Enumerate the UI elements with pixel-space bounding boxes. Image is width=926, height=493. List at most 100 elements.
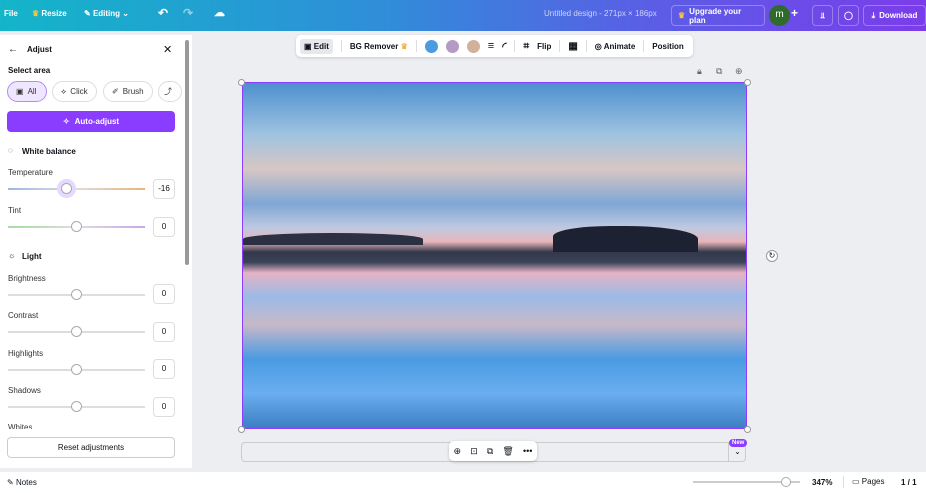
pencil-icon: ✎ xyxy=(84,9,91,18)
panel-scrollbar[interactable] xyxy=(185,40,189,265)
area-more-chip[interactable]: ⤴ xyxy=(158,81,182,102)
pages-button[interactable]: ▭ Pages xyxy=(852,477,884,486)
contrast-slider[interactable] xyxy=(8,326,145,337)
corner-rounding-icon[interactable]: ◜ xyxy=(502,40,506,53)
bg-remover-button[interactable]: BG Remover ♛ xyxy=(350,42,408,51)
image-edit-icon: ▣ xyxy=(304,41,312,51)
magic-wand-icon: ✧ xyxy=(62,117,70,126)
color-swatch[interactable] xyxy=(424,39,438,53)
resize-handle[interactable] xyxy=(744,426,751,433)
auto-adjust-button[interactable]: ✧ Auto-adjust xyxy=(7,111,175,132)
document-title[interactable]: Untitled design - 271px × 186px xyxy=(544,9,657,18)
slider-thumb[interactable] xyxy=(71,401,82,412)
avatar[interactable]: m xyxy=(769,5,790,26)
duplicate-icon[interactable]: ⧉ xyxy=(487,446,493,457)
divider xyxy=(843,476,844,488)
cloud-save-icon[interactable]: ☁ xyxy=(214,6,225,19)
file-menu[interactable]: File xyxy=(4,9,18,18)
page-count: 1 / 1 xyxy=(901,478,917,487)
crown-icon: ♛ xyxy=(678,11,686,20)
download-icon: ⤓ xyxy=(871,10,876,20)
temperature-label: Temperature xyxy=(8,168,53,177)
brightness-slider[interactable] xyxy=(8,289,145,300)
resize-handle[interactable] xyxy=(744,79,751,86)
divider xyxy=(514,40,516,52)
sun-icon: ☼ xyxy=(8,251,16,260)
contrast-value[interactable]: 0 xyxy=(153,322,175,342)
lock-icon[interactable]: 🔒︎ xyxy=(697,66,702,77)
area-brush-chip[interactable]: ✐ Brush xyxy=(103,81,153,102)
comment-icon[interactable]: ◯ xyxy=(838,5,859,26)
crown-icon: ♛ xyxy=(400,41,408,51)
select-area-label: Select area xyxy=(8,66,51,75)
top-bar: File ♛ Resize ✎ Editing ⌄ ↶ ↷ ☁ Untitled… xyxy=(0,0,926,31)
treeline xyxy=(243,233,423,245)
download-button[interactable]: ⤓ Download xyxy=(863,5,926,26)
crop-icon[interactable]: ⌗ xyxy=(523,41,529,52)
resize-handle[interactable] xyxy=(238,79,245,86)
duplicate-icon[interactable]: ⧉ xyxy=(716,66,722,77)
animate-button[interactable]: ◎ Animate xyxy=(595,42,635,51)
lightbulb-icon: ◌ xyxy=(8,146,13,155)
slider-thumb[interactable] xyxy=(71,221,82,232)
flip-button[interactable]: Flip xyxy=(537,42,551,51)
position-button[interactable]: Position xyxy=(652,42,684,51)
add-collaborator-icon[interactable]: + xyxy=(791,6,798,20)
edit-button[interactable]: ▣ Edit xyxy=(300,38,333,54)
insights-icon[interactable]: ⫫ xyxy=(812,5,833,26)
panel-title: Adjust xyxy=(27,45,52,54)
slider-thumb[interactable] xyxy=(71,326,82,337)
area-all-chip[interactable]: ▣ All xyxy=(7,81,47,102)
reset-adjustments-button[interactable]: Reset adjustments xyxy=(7,437,175,458)
transparency-icon[interactable]: ▦ xyxy=(568,41,577,52)
slider-thumb[interactable] xyxy=(61,183,73,194)
slider-thumb[interactable] xyxy=(71,289,82,300)
temperature-value[interactable]: -16 xyxy=(153,179,175,199)
more-icon[interactable]: ••• xyxy=(523,446,532,456)
notes-icon: ✎ xyxy=(7,478,14,487)
zoom-level[interactable]: 347% xyxy=(812,478,832,487)
comment-add-icon[interactable]: ⊕ xyxy=(454,446,462,457)
crown-icon: ♛ xyxy=(32,9,40,18)
zoom-slider[interactable] xyxy=(693,477,800,487)
notes-button[interactable]: ✎ Notes xyxy=(7,478,37,487)
temperature-slider[interactable] xyxy=(8,183,145,194)
new-badge: New xyxy=(729,439,748,447)
pages-icon: ▭ xyxy=(852,477,860,486)
tint-value[interactable]: 0 xyxy=(153,217,175,237)
divider xyxy=(643,40,645,52)
redo-icon[interactable]: ↷ xyxy=(183,6,193,20)
animate-icon: ◎ xyxy=(594,41,602,51)
tint-slider[interactable] xyxy=(8,221,145,232)
divider xyxy=(585,40,587,52)
highlights-value[interactable]: 0 xyxy=(153,359,175,379)
resize-handle[interactable] xyxy=(238,426,245,433)
rotate-icon[interactable]: ↻ xyxy=(766,250,778,262)
floating-actions: ⊕ ⊡ ⧉ 🗑︎ ••• xyxy=(449,441,537,461)
canvas-image[interactable] xyxy=(242,82,747,429)
close-icon[interactable]: ✕ xyxy=(163,43,172,56)
shadows-label: Shadows xyxy=(8,386,41,395)
shadows-value[interactable]: 0 xyxy=(153,397,175,417)
lock-icon[interactable]: ⊡ xyxy=(470,446,478,457)
area-click-chip[interactable]: ⟡ Click xyxy=(52,81,97,102)
upgrade-button[interactable]: ♛ Upgrade your plan xyxy=(671,5,765,26)
highlights-label: Highlights xyxy=(8,349,44,358)
back-arrow-icon[interactable]: ← xyxy=(8,44,18,55)
highlights-slider[interactable] xyxy=(8,364,145,375)
slider-thumb[interactable] xyxy=(71,364,82,375)
trash-icon[interactable]: 🗑︎ xyxy=(502,446,513,457)
slider-thumb[interactable] xyxy=(781,477,792,487)
color-swatch[interactable] xyxy=(466,39,480,53)
white-balance-heading: White balance xyxy=(22,147,76,156)
undo-icon[interactable]: ↶ xyxy=(158,6,168,20)
brightness-value[interactable]: 0 xyxy=(153,284,175,304)
resize-button[interactable]: ♛ Resize xyxy=(32,9,67,18)
editing-dropdown[interactable]: ✎ Editing ⌄ xyxy=(84,9,129,18)
image-icon: ▣ xyxy=(16,87,24,96)
divider xyxy=(340,40,342,52)
border-style-icon[interactable]: ≡ xyxy=(488,40,494,52)
color-swatch[interactable] xyxy=(445,39,459,53)
add-page-icon[interactable]: ⊕ xyxy=(735,66,743,77)
shadows-slider[interactable] xyxy=(8,401,145,412)
